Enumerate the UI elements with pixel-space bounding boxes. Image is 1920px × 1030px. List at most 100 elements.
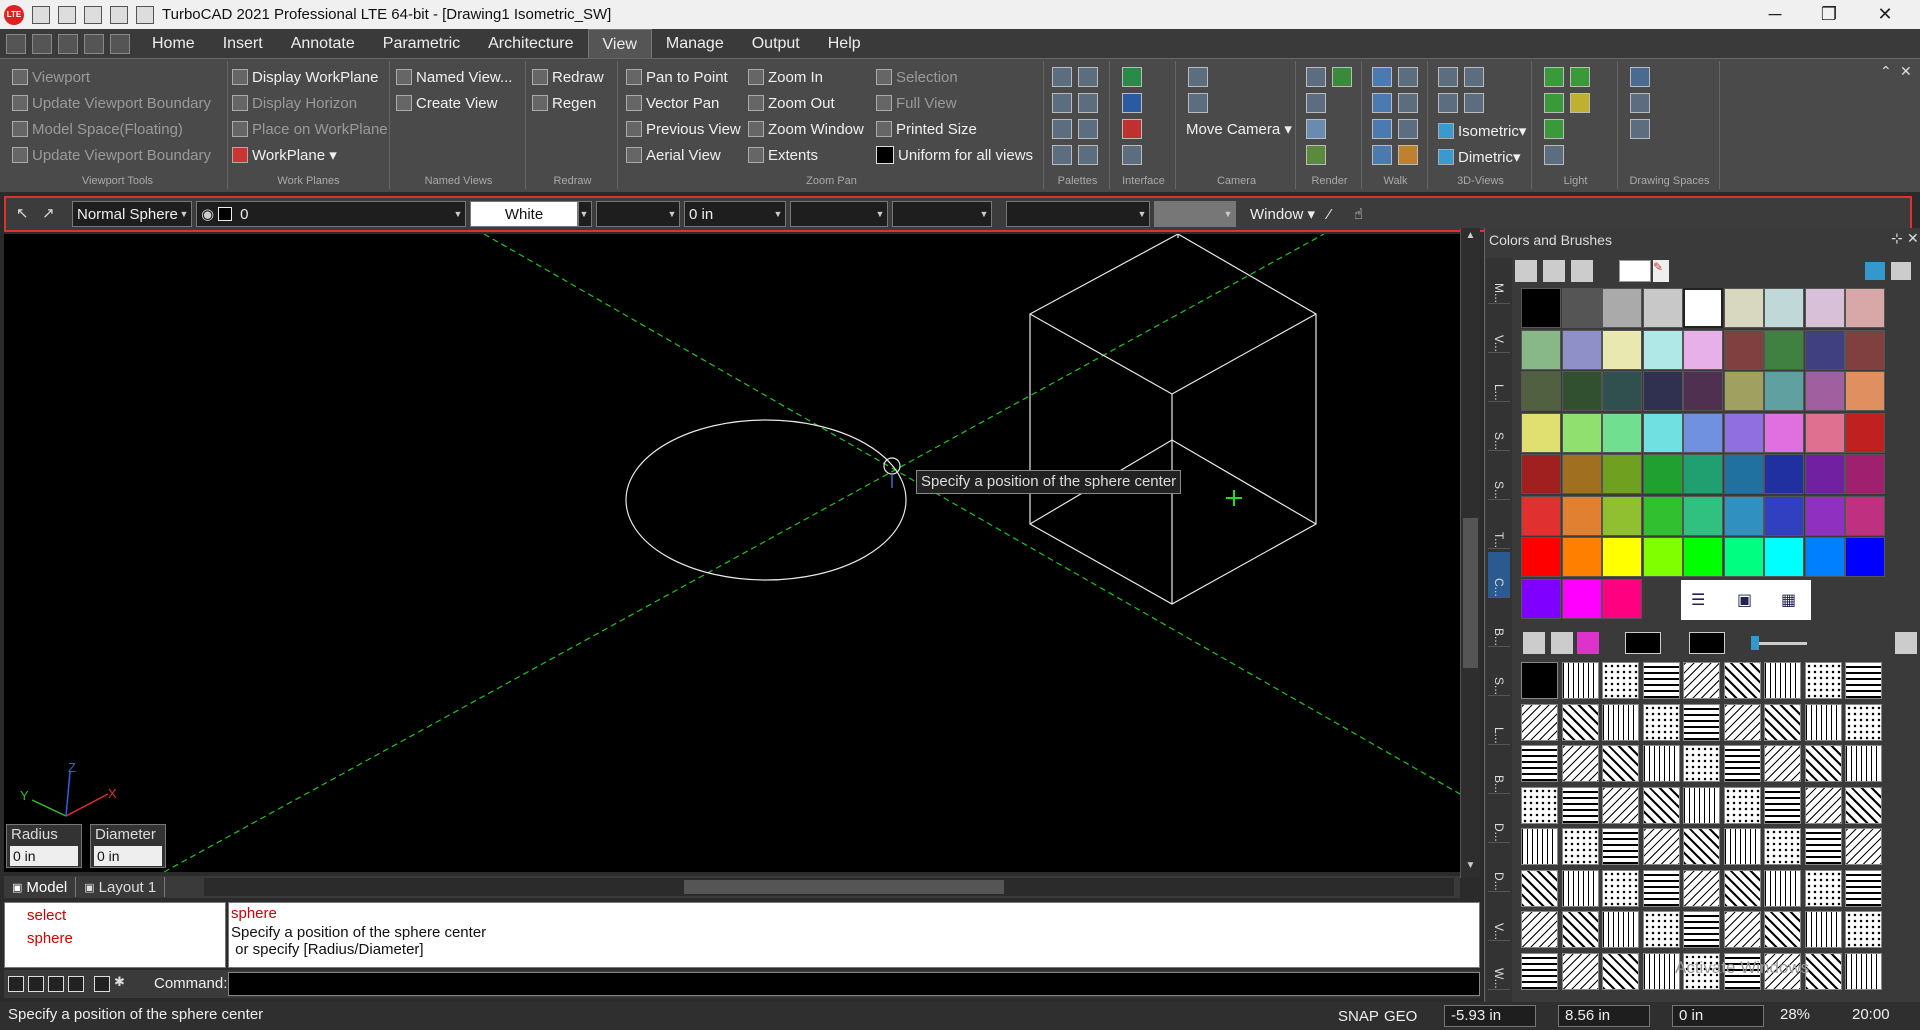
light-list-icon[interactable] — [1544, 119, 1564, 139]
style-select[interactable]: Normal Sphere ▼ — [72, 201, 192, 227]
hatch-pattern-swatch[interactable] — [1845, 745, 1882, 782]
color-swatch[interactable] — [1804, 495, 1845, 536]
hatch-pattern-swatch[interactable] — [1804, 786, 1842, 824]
walk-up-icon[interactable] — [1372, 67, 1392, 87]
color-swatch[interactable] — [1723, 371, 1764, 411]
y-coordinate-field[interactable]: 8.56 in — [1558, 1005, 1650, 1027]
brush-tool-icon[interactable] — [1571, 260, 1593, 282]
hatch-pattern-swatch[interactable] — [1683, 745, 1720, 782]
color-swatch[interactable] — [1602, 454, 1642, 494]
color-swatch[interactable] — [1723, 412, 1764, 453]
hatch-pattern-swatch[interactable] — [1845, 828, 1882, 865]
hatch-pattern-swatch[interactable] — [1602, 911, 1639, 948]
color-swatch[interactable] — [1683, 454, 1723, 494]
extents-button[interactable]: Extents — [748, 143, 818, 167]
save-icon[interactable] — [32, 33, 52, 54]
render-scene-icon[interactable] — [1306, 145, 1326, 165]
color-swatch[interactable] — [1602, 578, 1642, 619]
hatch-pattern-swatch[interactable] — [1804, 952, 1842, 990]
color-swatch[interactable] — [1602, 537, 1642, 577]
walk-orbit-icon[interactable] — [1398, 119, 1418, 139]
hatch-pattern-swatch[interactable] — [1561, 786, 1599, 824]
hatch-pattern-swatch[interactable] — [1804, 911, 1842, 948]
color-swatch[interactable] — [1683, 412, 1723, 453]
palette-option-icon[interactable] — [1865, 262, 1885, 280]
hatch-pattern-swatch[interactable] — [1683, 786, 1720, 824]
current-color-swatch[interactable] — [1619, 260, 1651, 282]
color-swatch[interactable] — [1845, 537, 1885, 577]
brush-opacity-slider[interactable] — [1755, 642, 1807, 645]
cmd-mode-icon[interactable] — [48, 976, 64, 992]
hatch-pattern-swatch[interactable] — [1683, 869, 1720, 907]
palette-table-icon[interactable] — [1052, 145, 1072, 165]
palette-vtab[interactable]: T... — [1488, 503, 1510, 549]
hatch-pattern-swatch[interactable] — [1642, 952, 1680, 990]
move-camera-dropdown[interactable]: Move Camera ▾ — [1186, 117, 1292, 141]
render-options-icon[interactable] — [1332, 67, 1352, 87]
palette-more-icon[interactable] — [1078, 145, 1098, 165]
walk-pan-icon[interactable] — [1398, 93, 1418, 113]
tab-annotate[interactable]: Annotate — [277, 29, 369, 58]
color-swatch[interactable] — [1723, 288, 1764, 328]
palette-vtab[interactable]: S... — [1488, 405, 1510, 451]
palette-vtab[interactable]: M... — [1488, 258, 1510, 304]
geo-toggle[interactable]: GEO — [1384, 1008, 1417, 1025]
horizontal-scrollbar[interactable] — [204, 878, 1454, 896]
hatch-pattern-swatch[interactable] — [1804, 745, 1842, 782]
render-wire-icon[interactable] — [1306, 93, 1326, 113]
color-picker-icon[interactable]: ✎ — [1653, 260, 1669, 282]
printed-size-button[interactable]: Printed Size — [876, 117, 977, 141]
brush-gradient-icon[interactable] — [1551, 632, 1573, 654]
color-swatch[interactable] — [1642, 495, 1683, 536]
redo-icon[interactable] — [110, 5, 128, 24]
uniform-for-all-views-checkbox[interactable]: Uniform for all views — [876, 143, 1033, 167]
palette-design-icon[interactable] — [1078, 93, 1098, 113]
hatch-pattern-swatch[interactable] — [1723, 828, 1761, 865]
hatch-pattern-swatch[interactable] — [1521, 662, 1558, 699]
hatch-pattern-swatch[interactable] — [1845, 786, 1882, 824]
hatch-pattern-swatch[interactable] — [1602, 786, 1639, 824]
hatch-pattern-swatch[interactable] — [1561, 869, 1599, 907]
brush-bg-color[interactable] — [1689, 632, 1725, 654]
color-swatch[interactable] — [1521, 578, 1561, 619]
camera-icon[interactable] — [1188, 67, 1208, 87]
palette-vtab[interactable]: W... — [1488, 944, 1510, 990]
color-swatch[interactable] — [1561, 537, 1602, 577]
display-workplane-button[interactable]: Display WorkPlane — [232, 65, 378, 89]
vector-pan-button[interactable]: Vector Pan — [626, 91, 719, 115]
color-swatch[interactable] — [1521, 329, 1561, 370]
window-selector[interactable]: Window ▾ — [1246, 201, 1320, 227]
history-item[interactable]: select — [27, 907, 225, 924]
color-swatch[interactable] — [1845, 412, 1885, 453]
color-swatch[interactable] — [1561, 412, 1602, 453]
pan-to-point-button[interactable]: Pan to Point — [626, 65, 728, 89]
palette-vtab[interactable]: D... — [1488, 797, 1510, 843]
brush-tool-icon[interactable] — [1515, 260, 1537, 282]
swatch-stack-icon[interactable]: ☰ — [1691, 590, 1705, 610]
hatch-pattern-swatch[interactable] — [1764, 703, 1801, 741]
color-swatch[interactable] — [1723, 495, 1764, 536]
color-swatch[interactable] — [1723, 329, 1764, 370]
color-swatch[interactable] — [1764, 329, 1804, 370]
brush-pattern-icon[interactable] — [1523, 632, 1545, 654]
color-select[interactable]: White — [470, 201, 578, 227]
cmd-options-icon[interactable] — [94, 976, 110, 992]
palette-pin-icon[interactable]: ⊹ — [1891, 230, 1903, 247]
display-horizon-button[interactable]: Display Horizon — [232, 91, 357, 115]
palette-camera-icon[interactable] — [1078, 119, 1098, 139]
hatch-pattern-swatch[interactable] — [1723, 703, 1761, 741]
hatch-pattern-swatch[interactable] — [1683, 828, 1720, 865]
walk-look-icon[interactable] — [1398, 67, 1418, 87]
hatch-pattern-swatch[interactable] — [1764, 786, 1801, 824]
hatch-pattern-swatch[interactable] — [1521, 828, 1558, 865]
color-swatch[interactable] — [1764, 412, 1804, 453]
scale-select[interactable]: ▼ — [892, 201, 992, 227]
walk-spin-icon[interactable] — [1372, 145, 1392, 165]
model-space-floating-button[interactable]: Model Space(Floating) — [12, 117, 183, 141]
hatch-pattern-swatch[interactable] — [1602, 703, 1639, 741]
color-swatch[interactable] — [1764, 537, 1804, 577]
selection-button[interactable]: Selection — [876, 65, 958, 89]
tab-parametric[interactable]: Parametric — [369, 29, 474, 58]
color-swatch[interactable] — [1764, 371, 1804, 411]
zoom-window-button[interactable]: Zoom Window — [748, 117, 864, 141]
